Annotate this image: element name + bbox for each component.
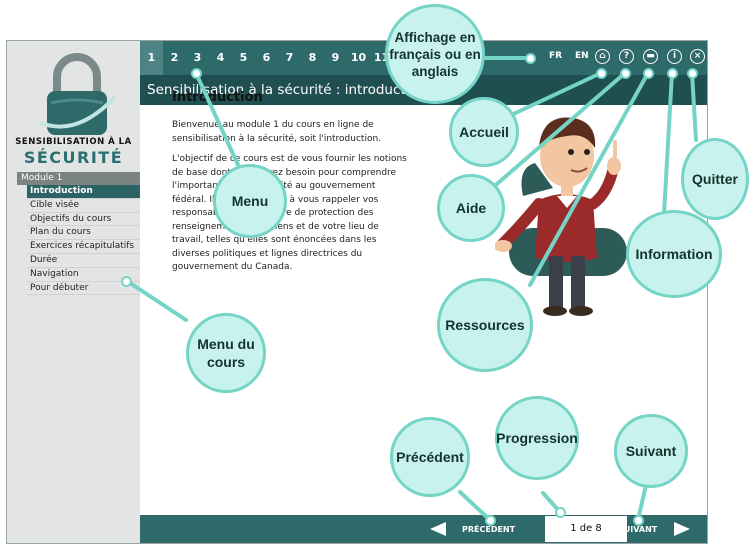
anchor-dot-next xyxy=(633,515,644,526)
anchor-dot-quit xyxy=(687,68,698,79)
anchor-dot-info xyxy=(667,68,678,79)
callout-ressources: Ressources xyxy=(437,278,533,372)
callout-progression: Progression xyxy=(495,396,579,480)
anchor-dot-previous xyxy=(485,515,496,526)
anchor-dot-lang xyxy=(525,53,536,64)
callout-quitter: Quitter xyxy=(681,138,749,220)
anchor-dot-resources xyxy=(643,68,654,79)
callout-precedent: Précédent xyxy=(390,417,470,497)
anchor-dot-home xyxy=(596,68,607,79)
callout-suivant: Suivant xyxy=(614,414,688,488)
anchor-dot-menu-cours xyxy=(121,276,132,287)
callout-information: Information xyxy=(626,210,722,298)
callout-menu: Menu xyxy=(213,164,287,238)
anchor-dot-progress xyxy=(555,507,566,518)
callout-aide: Aide xyxy=(437,174,505,242)
callout-menu-cours: Menu du cours xyxy=(186,313,266,393)
anchor-dot-menu xyxy=(191,68,202,79)
callout-lang: Affichage en français ou en anglais xyxy=(385,4,485,104)
callout-accueil: Accueil xyxy=(449,97,519,167)
anchor-dot-help xyxy=(620,68,631,79)
